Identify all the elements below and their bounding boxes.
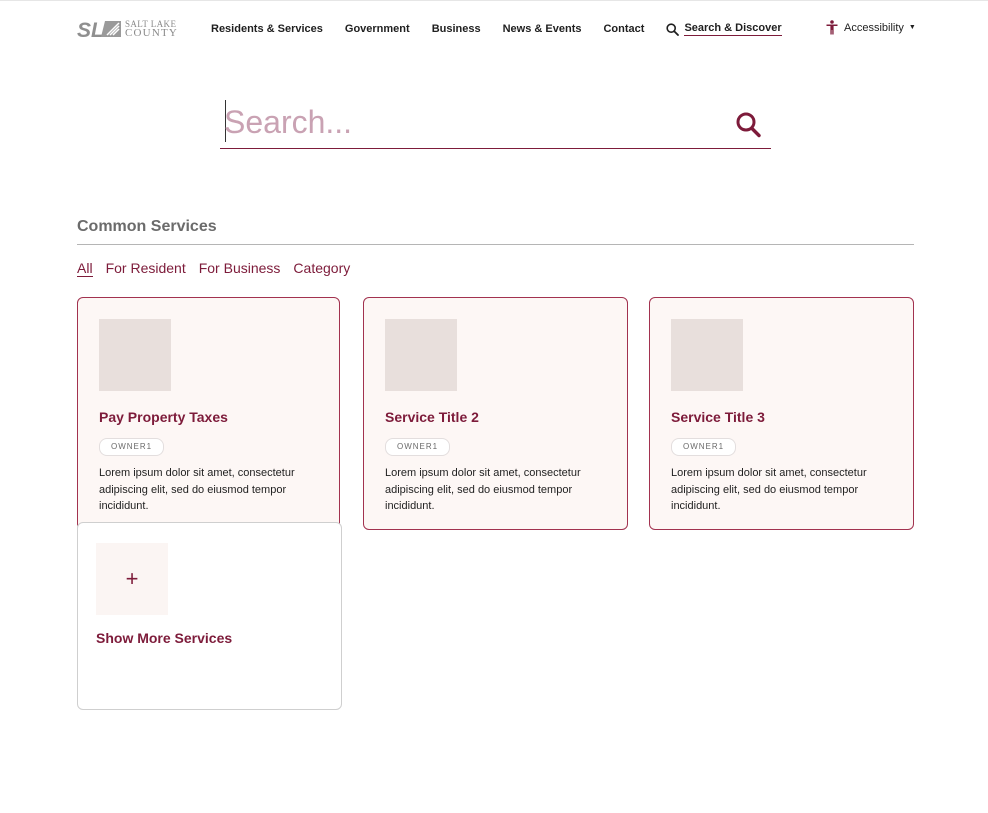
owner-badge: OWNER1 [671,438,737,456]
nav-item-residents-services[interactable]: Residents & Services [211,23,323,35]
svg-text:SL: SL [77,19,104,39]
service-thumbnail [385,319,457,391]
show-more-services-card[interactable]: + Show More Services [77,522,342,710]
sl-logo-mark-icon: SL [77,19,121,39]
nav-item-government[interactable]: Government [345,23,410,35]
service-card[interactable]: Service Title 2 OWNER1 Lorem ipsum dolor… [363,297,628,530]
search-bar [220,100,771,149]
owner-badge: OWNER1 [385,438,451,456]
section-divider [77,244,914,245]
search-input[interactable] [224,100,714,144]
nav-item-business[interactable]: Business [432,23,481,35]
filter-tab-for-resident[interactable]: For Resident [106,260,186,277]
service-title: Pay Property Taxes [99,409,228,425]
nav-item-news-events[interactable]: News & Events [503,23,582,35]
filter-tab-category[interactable]: Category [293,260,350,277]
service-card[interactable]: Pay Property Taxes OWNER1 Lorem ipsum do… [77,297,340,530]
service-thumbnail [99,319,171,391]
nav-search-discover[interactable]: Search & Discover [666,22,782,36]
service-title: Service Title 3 [671,409,765,425]
service-title: Service Title 2 [385,409,479,425]
filter-tab-all[interactable]: All [77,260,93,277]
nav-search-label: Search & Discover [684,22,782,36]
common-services-heading: Common Services [77,218,217,235]
service-thumbnail [671,319,743,391]
nav-item-contact[interactable]: Contact [603,23,644,35]
service-card[interactable]: Service Title 3 OWNER1 Lorem ipsum dolor… [649,297,914,530]
owner-badge: OWNER1 [99,438,165,456]
main-nav: Residents & Services Government Business… [211,20,782,38]
service-description: Lorem ipsum dolor sit amet, consectetur … [385,467,581,512]
plus-icon: + [96,543,168,615]
logo-wordmark: SALT LAKE COUNTY [125,20,179,39]
logo-line-2: COUNTY [125,27,179,39]
service-description: Lorem ipsum dolor sit amet, consectetur … [99,467,295,512]
show-more-services-label: Show More Services [96,630,233,646]
filter-tab-for-business[interactable]: For Business [199,260,281,277]
search-submit-icon[interactable] [735,110,763,140]
accessibility-person-icon [826,20,838,35]
caret-down-icon: ▼ [908,24,916,31]
search-icon [666,22,680,36]
accessibility-menu[interactable]: Accessibility ▼ [826,20,916,35]
site-header: SL SALT LAKE COUNTY Residents & Services… [0,0,988,58]
accessibility-label: Accessibility [844,21,904,34]
service-filter-tabs: All For Resident For Business Category [77,260,363,277]
salt-lake-county-logo[interactable]: SL SALT LAKE COUNTY [77,18,185,40]
service-description: Lorem ipsum dolor sit amet, consectetur … [671,467,867,512]
